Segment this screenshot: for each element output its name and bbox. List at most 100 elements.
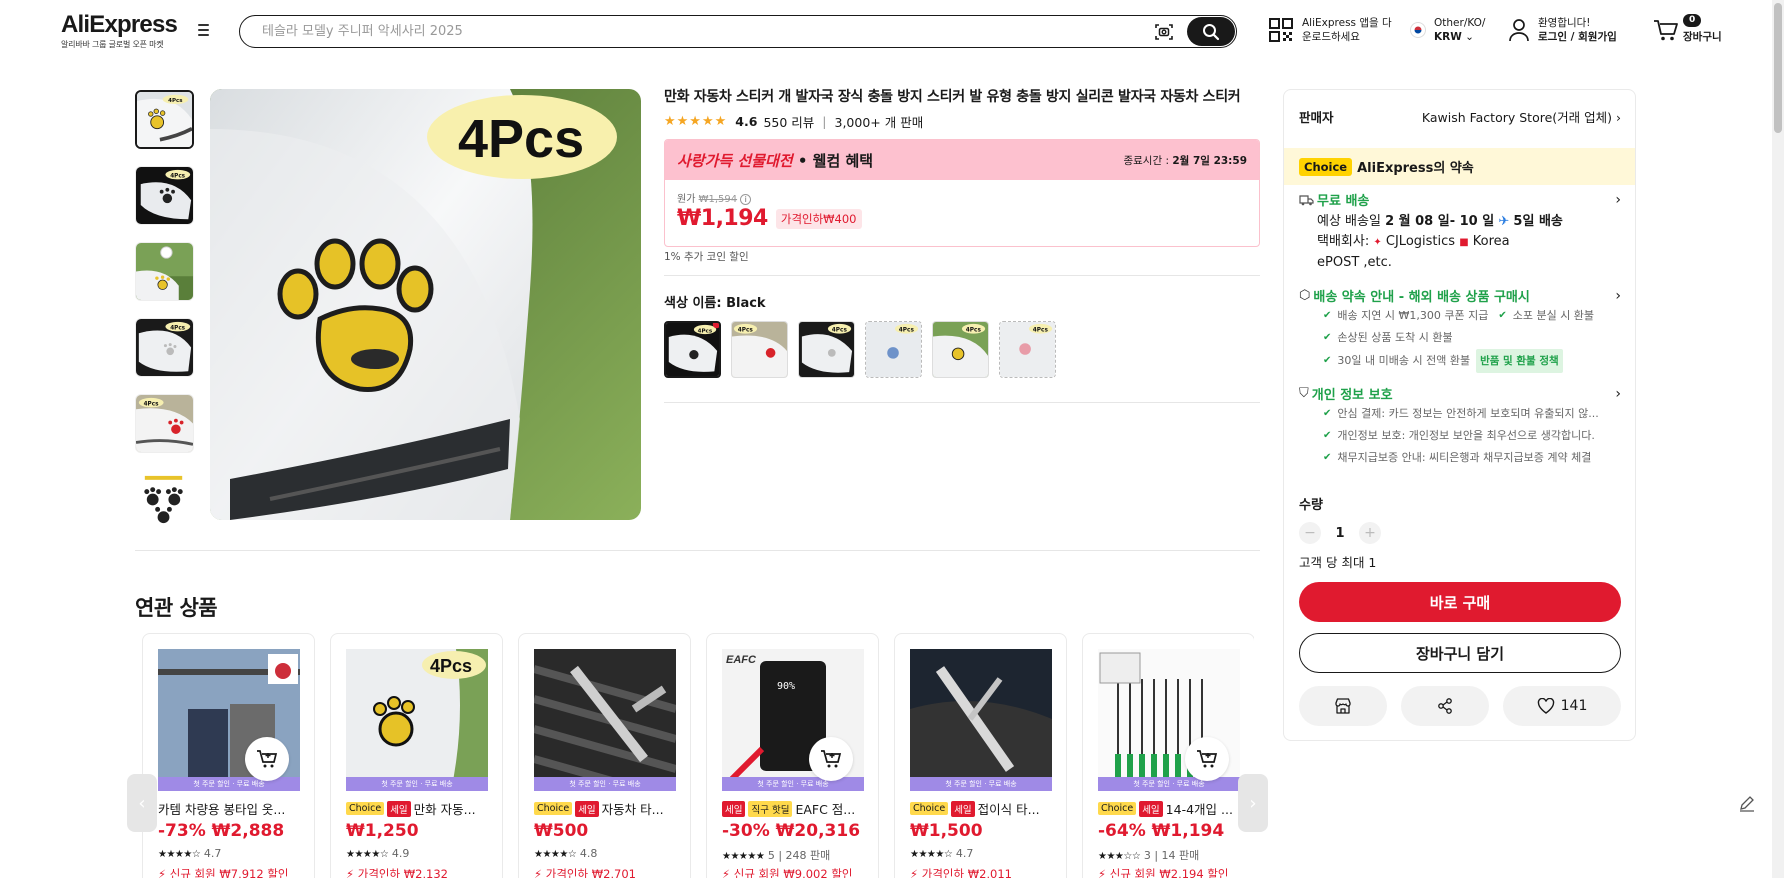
delivery-promise-title: 배송 약속 안내 - 해외 배송 상품 구매시 [1313, 290, 1530, 305]
svg-text:4Pcs: 4Pcs [458, 109, 584, 169]
review-count[interactable]: 550 리뷰 [763, 112, 814, 131]
info-icon[interactable]: i [740, 194, 752, 205]
thumbnail-6[interactable] [135, 470, 194, 529]
wishlist-button[interactable]: 141 [1503, 686, 1621, 726]
menu-icon[interactable] [196, 24, 214, 38]
buy-now-button[interactable]: 바로 구매 [1299, 582, 1621, 622]
logo-text: AliExpress [61, 11, 178, 38]
carousel-next-button[interactable]: › [1238, 774, 1268, 832]
first-order-banner: 첫 주문 할인 · 무료 배송 [158, 777, 300, 791]
quantity-value[interactable]: 1 [1321, 526, 1359, 541]
first-order-banner: 첫 주문 할인 · 무료 배송 [534, 777, 676, 791]
privacy-section[interactable]: ⛉ 개인 정보 보호 › ✔ 안심 결제: 카드 정보는 안전하게 보호되며 유출되지… [1299, 384, 1621, 469]
product-card[interactable]: 4Pcs 첫 주문 할인 · 무료 배송 Choice 세일 만화 자동... ₩1,25… [330, 633, 503, 878]
logo-tagline: 알리바바 그룹 글로벌 오픈 마켓 [61, 40, 164, 49]
product-name[interactable]: Choice 세일 접이식 타... [910, 799, 1055, 818]
refund-policy-link[interactable]: 반품 및 환불 정책 [1476, 349, 1563, 373]
delivery-promise-section[interactable]: ⬡ 배송 약속 안내 - 해외 배송 상품 구매시 › ✔ 배송 지연 시 ₩1,30… [1299, 286, 1621, 373]
swatch-red[interactable]: 4Pcs [731, 321, 788, 378]
first-order-banner: 첫 주문 할인 · 무료 배송 [1098, 777, 1240, 791]
chevron-right-icon: › [1616, 110, 1621, 125]
product-card[interactable]: 첫 주문 할인 · 무료 배송 Choice 세일 접이식 타... ₩1,500 ★★★… [894, 633, 1067, 878]
package-icon: ⬡ [1299, 288, 1311, 303]
product-card[interactable]: 90% EAFC 첫 주문 할인 · 무료 배송 세일 직구 핫딜 EAFC 점... -3… [706, 633, 879, 878]
thumbnail-list: 4Pcs 4Pcs 4Pcs 4Pcs [135, 90, 195, 546]
image-search-icon[interactable] [1153, 21, 1175, 43]
share-button[interactable] [1401, 686, 1489, 726]
product-card[interactable]: 첫 주문 할인 · 무료 배송 Choice 세일 14-4개입 ... -64% ₩1… [1082, 633, 1254, 878]
choice-badge: Choice [1299, 157, 1353, 176]
sold-count: 3,000+ 개 판매 [834, 115, 924, 130]
main-product-image[interactable]: 4Pcs [210, 89, 641, 520]
add-to-cart-button[interactable]: 장바구니 담기 [1299, 633, 1621, 673]
swatch-yellow[interactable]: 4Pcs [932, 321, 989, 378]
promo-event-name: 사랑가득 선물대전 [677, 151, 793, 170]
add-to-cart-icon[interactable] [1185, 737, 1229, 781]
login-signup-link[interactable]: 로그인 / 회원가입 [1538, 31, 1617, 43]
promo-box: 사랑가득 선물대전 • 웰컴 혜택 종료시간 : 2월 7일 23:59 원가 … [664, 139, 1260, 247]
quantity-label: 수량 [1299, 498, 1323, 513]
scrollbar[interactable] [1772, 0, 1784, 878]
increase-button[interactable]: + [1359, 522, 1381, 544]
carrier-korea-post: Korea [1472, 234, 1510, 249]
decrease-button[interactable]: − [1299, 522, 1321, 544]
product-name[interactable]: 세일 직구 핫딜 EAFC 점... [722, 799, 867, 818]
product-price: ₩500 [534, 821, 589, 841]
divider [664, 402, 1260, 403]
account-menu[interactable]: 환영합니다! 로그인 / 회원가입 [1508, 16, 1617, 44]
thumbnail-4[interactable]: 4Pcs [135, 318, 194, 377]
thumbnail-1[interactable]: 4Pcs [135, 90, 194, 149]
swatch-blue[interactable]: 4Pcs [865, 321, 922, 378]
svg-text:4Pcs: 4Pcs [430, 656, 472, 676]
choice-promise-text: AliExpress의 약속 [1357, 161, 1474, 176]
product-price: ₩1,250 [346, 821, 419, 841]
app-download[interactable]: AliExpress 앱을 다 운로드하세요 [1268, 16, 1392, 44]
product-name[interactable]: Choice 세일 14-4개입 ... [1098, 799, 1243, 818]
quantity-stepper: − 1 + [1299, 522, 1381, 544]
user-icon [1509, 19, 1529, 42]
color-swatches: 4Pcs ● 4Pcs 4Pcs 4Pcs 4Pcs 4Pcs [664, 321, 1066, 378]
svg-text:90%: 90% [777, 681, 795, 692]
rating-value: 4.6 [735, 114, 758, 129]
search-input[interactable] [262, 24, 1153, 39]
product-coupon: ⚡ 가격인하 ₩2,701 [534, 867, 637, 878]
color-label: 색상 이름: Black [664, 296, 766, 311]
edit-icon[interactable] [1736, 792, 1758, 814]
carousel-prev-button[interactable]: ‹ [127, 774, 157, 832]
product-rating: ★★★★☆ 4.7 [158, 847, 222, 860]
search-button[interactable] [1187, 17, 1235, 46]
region-selector[interactable]: Other/KO/KRW ⌄ [1410, 16, 1485, 44]
carrier-icon: ✦ [1373, 237, 1382, 248]
swatch-black[interactable]: 4Pcs ● [664, 321, 721, 378]
seller-name[interactable]: Kawish Factory Store(거래 업체) [1422, 110, 1612, 125]
product-card[interactable]: 첫 주문 할인 · 무료 배송 카템 차량용 봉타입 옷... -73% ₩2,88… [142, 633, 315, 878]
store-button[interactable] [1299, 686, 1387, 726]
swatch-white[interactable]: 4Pcs [798, 321, 855, 378]
add-to-cart-icon[interactable] [245, 737, 289, 781]
aliexpress-logo[interactable]: AliExpress 알리바바 그룹 글로벌 오픈 마켓 [61, 11, 178, 50]
shipping-section[interactable]: 무료 배송 › 예상 배송일 2 월 08 일- 10 일 ✈ 5일 배송 택배회… [1299, 190, 1621, 273]
free-shipping-title: 무료 배송 [1317, 194, 1370, 209]
add-to-cart-icon[interactable] [809, 737, 853, 781]
swatch-pink[interactable]: 4Pcs [999, 321, 1056, 378]
plane-icon: ✈ [1498, 214, 1510, 229]
product-image[interactable] [910, 649, 1052, 791]
product-name[interactable]: Choice 세일 만화 자동... [346, 799, 491, 818]
product-name[interactable]: Choice 세일 자동차 타... [534, 799, 679, 818]
korea-flag-icon [1410, 22, 1426, 38]
product-image[interactable]: 4Pcs [346, 649, 488, 791]
svg-text:4Pcs: 4Pcs [832, 328, 848, 334]
product-card[interactable]: 첫 주문 할인 · 무료 배송 Choice 세일 자동차 타... ₩500 ★★★★☆… [518, 633, 691, 878]
seller-row[interactable]: 판매자 Kawish Factory Store(거래 업체) › [1299, 107, 1621, 126]
product-coupon: ⚡ 가격인하 ₩2,132 [346, 867, 449, 878]
product-price: -30% ₩20,316 [722, 821, 861, 841]
thumbnail-3[interactable] [135, 242, 194, 301]
product-image[interactable] [534, 649, 676, 791]
cart-label: 장바구니 [1683, 31, 1722, 43]
max-quantity-note: 고객 당 최대 1 [1299, 555, 1377, 570]
product-coupon: ⚡ 신규 회원 ₩9,002 할인 [722, 867, 853, 878]
product-name[interactable]: 카템 차량용 봉타입 옷... [158, 799, 303, 818]
app-line-1: AliExpress 앱을 다 [1302, 17, 1392, 29]
thumbnail-2[interactable]: 4Pcs [135, 166, 194, 225]
thumbnail-5[interactable]: 4Pcs [135, 394, 194, 453]
